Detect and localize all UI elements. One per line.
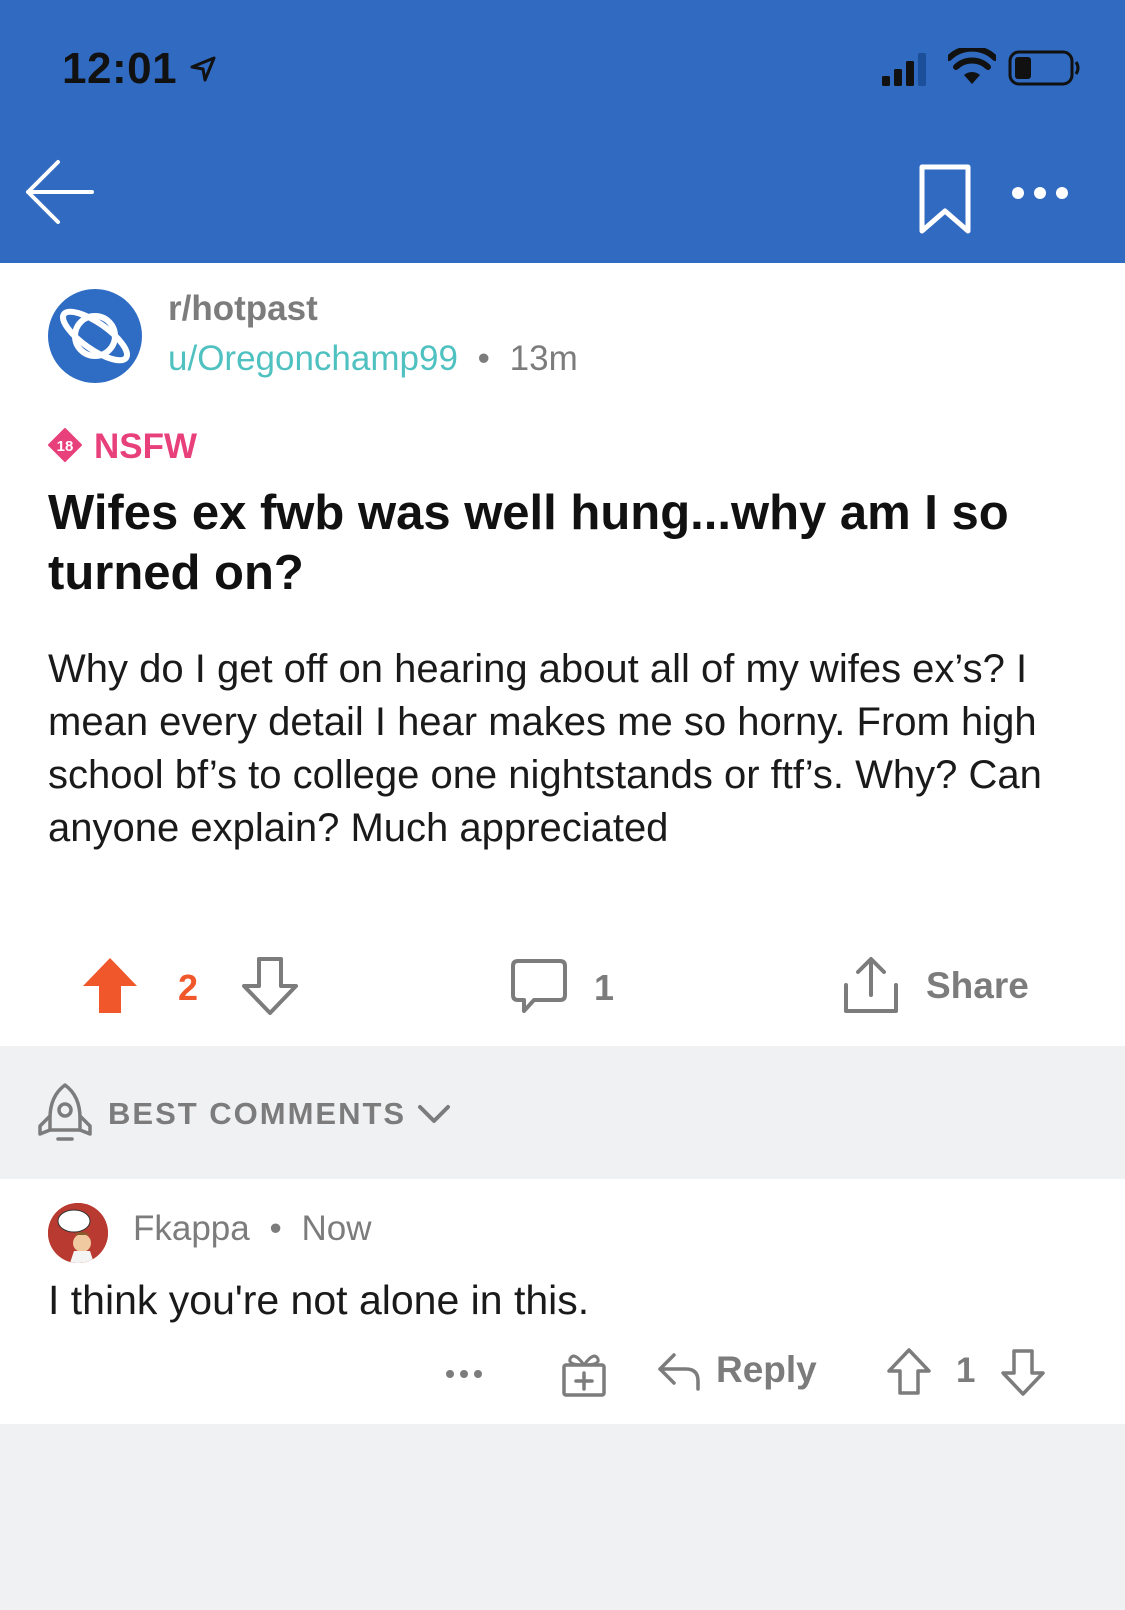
comment-sort-bar[interactable]: BEST COMMENTS [0, 1046, 1125, 1179]
share-button[interactable]: Share [926, 965, 1029, 1007]
rocket-icon [38, 1083, 92, 1141]
cellular-signal-icon [882, 53, 926, 86]
post-author[interactable]: u/Oregonchamp99 [168, 339, 458, 378]
comment-author[interactable]: Fkappa [133, 1209, 250, 1248]
comment-meta-separator: • [269, 1209, 282, 1248]
downvote-arrow-icon[interactable] [240, 955, 300, 1017]
upvote-arrow-icon[interactable] [80, 955, 140, 1017]
nsfw-label: NSFW [94, 427, 198, 466]
planet-icon [59, 308, 131, 364]
bookmark-icon[interactable] [918, 163, 972, 235]
nsfw-badge-number: 18 [57, 438, 74, 455]
nav-bar [0, 125, 1125, 263]
battery-icon [1008, 50, 1080, 86]
comment-more-icon[interactable] [444, 1367, 484, 1381]
comment-meta: Fkappa • Now [133, 1209, 372, 1249]
post-comment-count[interactable]: 1 [594, 967, 614, 1009]
post-body: Why do I get off on hearing about all of… [48, 647, 1042, 850]
subreddit-name[interactable]: r/hotpast [168, 289, 318, 329]
meta-separator: • [477, 339, 490, 378]
reply-arrow-icon[interactable] [656, 1349, 702, 1393]
subreddit-avatar[interactable] [48, 289, 142, 383]
wifi-icon [948, 48, 996, 84]
sort-label[interactable]: BEST COMMENTS [108, 1096, 406, 1132]
comment-bubble-icon[interactable] [510, 957, 568, 1015]
comment-upvote-icon[interactable] [886, 1347, 932, 1397]
nsfw-18-icon: 18 [48, 428, 82, 462]
more-options-icon[interactable] [1010, 183, 1070, 203]
comment-vote-count: 1 [956, 1351, 976, 1390]
post-title: Wifes ex fwb was well hung...why am I so… [48, 486, 1009, 600]
status-bar: 12:01 [0, 0, 1125, 125]
post-age: 13m [509, 339, 578, 378]
post-meta: u/Oregonchamp99 • 13m [168, 339, 578, 379]
comment-downvote-icon[interactable] [1000, 1347, 1046, 1397]
status-time: 12:01 [62, 44, 178, 93]
comment-card: Fkappa • Now I think you're not alone in… [0, 1179, 1125, 1424]
back-arrow-icon[interactable] [22, 155, 96, 229]
share-icon[interactable] [842, 955, 900, 1015]
comment-author-avatar[interactable] [48, 1203, 108, 1263]
chevron-down-icon[interactable] [416, 1102, 452, 1126]
award-gift-icon[interactable] [560, 1349, 608, 1397]
comic-avatar-icon [48, 1203, 108, 1263]
post-card: r/hotpast u/Oregonchamp99 • 13m 18 NSFW … [0, 263, 1125, 1046]
comment-age: Now [301, 1209, 372, 1248]
comment-text: I think you're not alone in this. [48, 1277, 590, 1323]
location-arrow-icon [190, 56, 216, 82]
reply-button[interactable]: Reply [716, 1349, 817, 1391]
post-vote-count: 2 [178, 967, 199, 1008]
